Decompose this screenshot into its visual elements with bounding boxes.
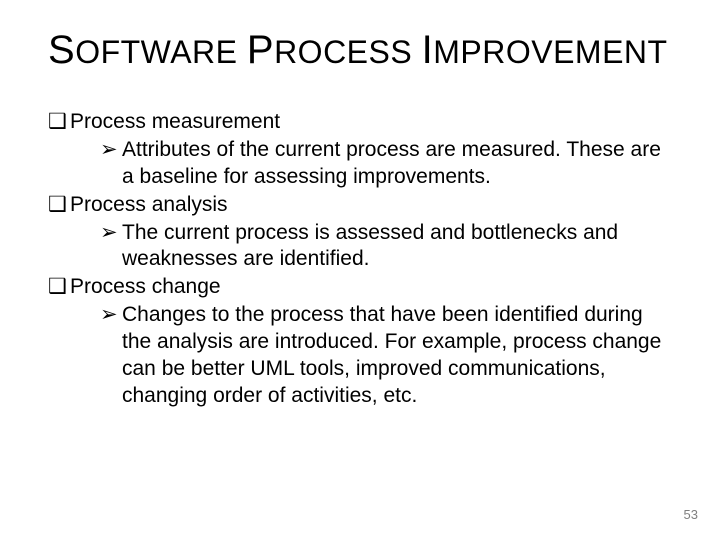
list-item-label: Process analysis [70, 193, 228, 216]
title-cap-2: P [247, 28, 274, 72]
arrow-bullet-icon: ➢ [100, 137, 122, 164]
title-rest-1: OFTWARE [75, 34, 237, 70]
arrow-bullet-icon: ➢ [100, 220, 122, 247]
list-subitem-text: The current process is assessed and bott… [122, 221, 618, 271]
list-subitem: ➢Attributes of the current process are m… [48, 137, 672, 191]
list-item-label: Process change [70, 275, 221, 298]
list-subitem: ➢The current process is assessed and bot… [48, 220, 672, 274]
list-item: ❑Process analysis [48, 192, 672, 219]
slide-body: ❑Process measurement ➢Attributes of the … [48, 109, 672, 410]
square-bullet-icon: ❑ [48, 192, 70, 219]
arrow-bullet-icon: ➢ [100, 302, 122, 329]
square-bullet-icon: ❑ [48, 109, 70, 136]
list-subitem-text: Changes to the process that have been id… [122, 303, 661, 407]
title-cap-1: S [48, 28, 75, 72]
title-rest-3: MPROVEMENT [433, 34, 667, 70]
page-number: 53 [684, 507, 698, 522]
title-rest-2: ROCESS [274, 34, 412, 70]
list-item: ❑Process change [48, 274, 672, 301]
list-item-label: Process measurement [70, 110, 280, 133]
title-cap-3: I [422, 28, 434, 72]
slide-title: SOFTWARE PROCESS IMPROVEMENT [48, 28, 672, 73]
list-item: ❑Process measurement [48, 109, 672, 136]
list-subitem: ➢Changes to the process that have been i… [48, 302, 672, 410]
list-subitem-text: Attributes of the current process are me… [122, 138, 661, 188]
square-bullet-icon: ❑ [48, 274, 70, 301]
